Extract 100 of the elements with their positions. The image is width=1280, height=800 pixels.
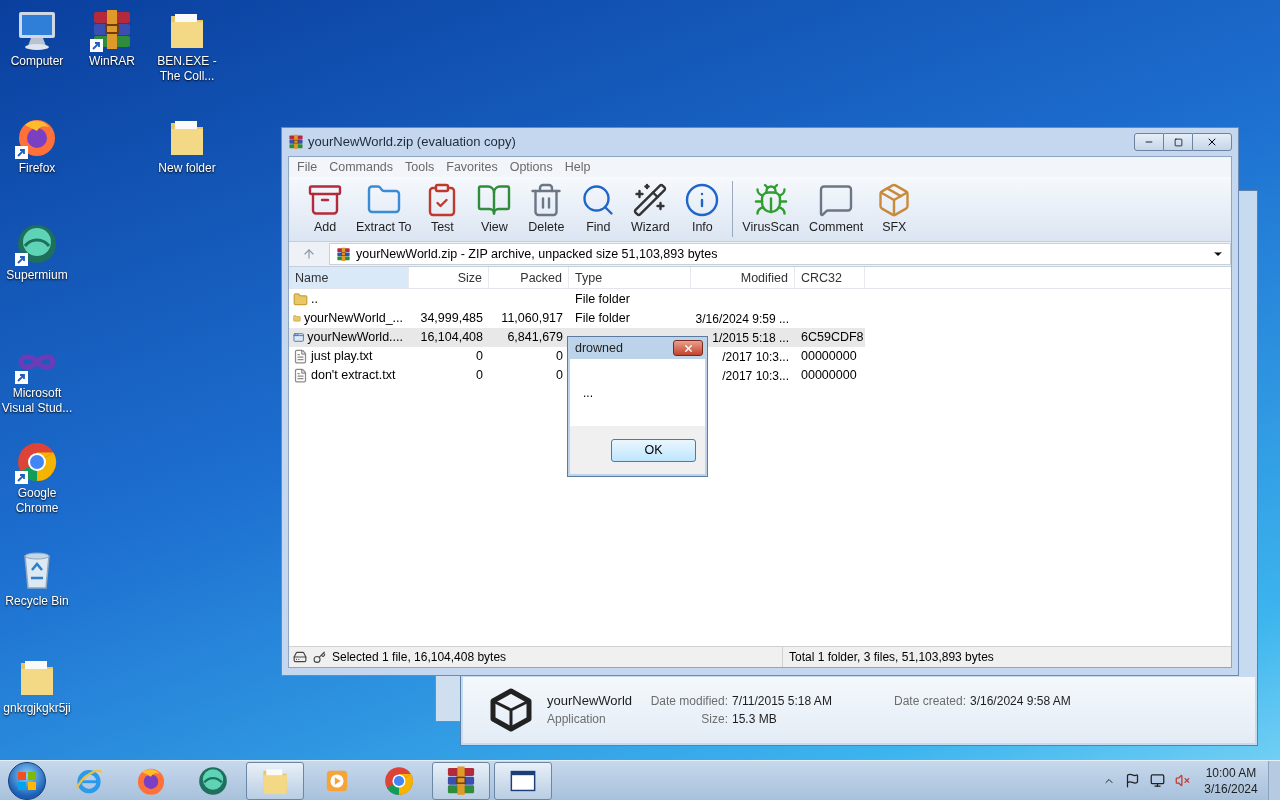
key-icon: [313, 650, 326, 664]
toolbar-button[interactable]: Wizard: [624, 181, 677, 237]
property-label: Size:: [700, 711, 728, 728]
text-file-icon: [293, 349, 308, 364]
table-cell[interactable]: 00000000: [795, 366, 865, 385]
toolbar-button[interactable]: View: [468, 181, 521, 237]
desktop-icon-label[interactable]: Firefox: [18, 161, 56, 176]
table-cell[interactable]: 6C59CDF8: [795, 328, 865, 347]
table-cell[interactable]: don't extract.txt: [289, 366, 409, 385]
menu-item[interactable]: Commands: [323, 157, 400, 177]
info-icon: [684, 181, 721, 218]
desktop-icon-label[interactable]: Google Chrome: [0, 486, 74, 516]
menu-item[interactable]: Options: [503, 157, 559, 177]
toolbar-button[interactable]: Test: [416, 181, 469, 237]
column-header[interactable]: Type: [569, 267, 691, 288]
table-cell[interactable]: 00000000: [795, 347, 865, 366]
column-header[interactable]: Packed: [489, 267, 569, 288]
close-icon: [682, 342, 694, 354]
dialog-message: ...: [583, 384, 593, 402]
taskbar-button[interactable]: [494, 761, 552, 800]
table-cell[interactable]: 0: [489, 347, 569, 366]
drive-icon: [293, 650, 307, 664]
table-cell[interactable]: yourNewWorld_...: [289, 309, 409, 328]
menu-item[interactable]: Favorites: [440, 157, 504, 177]
books-archive-icon: [336, 246, 351, 262]
table-cell[interactable]: yourNewWorld....: [289, 328, 409, 347]
table-cell[interactable]: File folder: [569, 309, 691, 328]
address-text: yourNewWorld.zip - ZIP archive, unpacked size 51,103,893 bytes: [356, 245, 719, 263]
desktop-icon-label[interactable]: gnkrgjkgkr5ji: [3, 701, 71, 716]
column-header[interactable]: Modified: [691, 267, 795, 288]
toolbar-button[interactable]: SFX: [868, 181, 921, 237]
column-header[interactable]: CRC32: [795, 267, 865, 288]
toolbar-button[interactable]: Delete: [520, 181, 573, 237]
text-file-icon: [293, 368, 308, 383]
close-button[interactable]: [1192, 133, 1232, 151]
clock-date: 3/16/2024: [1204, 780, 1258, 797]
table-cell[interactable]: 11,060,917: [489, 309, 569, 328]
network-icon[interactable]: [1150, 773, 1165, 788]
up-arrow-icon: [302, 247, 316, 261]
toolbar-button[interactable]: VirusScan: [737, 181, 805, 237]
dialog-title: drowned: [575, 339, 624, 357]
table-cell[interactable]: 0: [409, 366, 489, 385]
toolbar-button[interactable]: Info: [676, 181, 729, 237]
flag-icon[interactable]: [1125, 773, 1140, 788]
ok-button[interactable]: OK: [611, 438, 696, 462]
table-cell[interactable]: 3/16/2024 9:59 ...: [691, 309, 795, 328]
folder-icon: [293, 292, 308, 307]
property-value: 3/16/2024 9:58 AM: [970, 693, 1072, 710]
volume-muted-icon[interactable]: [1175, 773, 1190, 788]
books-archive-icon: [288, 134, 304, 150]
clock[interactable]: 10:00 AM 3/16/2024: [1198, 764, 1264, 797]
desktop-icon-label[interactable]: Computer: [10, 54, 64, 69]
table-cell[interactable]: 0: [409, 347, 489, 366]
table-cell[interactable]: File folder: [569, 290, 691, 309]
close-button[interactable]: [673, 340, 703, 356]
desktop-icon-label[interactable]: Supermium: [6, 268, 68, 283]
table-cell[interactable]: 0: [489, 366, 569, 385]
chrome-icon: [383, 764, 415, 797]
toolbar-button[interactable]: Find: [572, 181, 625, 237]
property-value: 7/11/2015 5:18 AM: [732, 693, 833, 710]
toolbar-button[interactable]: Comment: [804, 181, 869, 237]
menu-item[interactable]: Tools: [399, 157, 441, 177]
wand-icon: [632, 181, 669, 218]
taskbar-button[interactable]: [432, 761, 490, 800]
minimize-button[interactable]: [1134, 133, 1164, 151]
window-title: yourNewWorld.zip (evaluation copy): [308, 133, 517, 152]
column-header[interactable]: Size: [409, 267, 489, 288]
bug-icon: [752, 181, 789, 218]
status-text: Total 1 folder, 3 files, 51,103,893 bytes: [788, 649, 995, 666]
maximize-icon: [1173, 137, 1183, 147]
table-cell[interactable]: 34,999,485: [409, 309, 489, 328]
chrome-icon: [15, 440, 59, 484]
toolbar-button[interactable]: Add: [299, 181, 351, 237]
table-cell[interactable]: just play.txt: [289, 347, 409, 366]
application-icon: [293, 330, 305, 345]
start-button[interactable]: [8, 761, 46, 800]
file-name: yourNewWorld: [547, 692, 632, 710]
desktop-icon-label[interactable]: Microsoft Visual Stud...: [0, 386, 74, 416]
desktop-icon-label[interactable]: Recycle Bin: [5, 594, 69, 609]
column-header[interactable]: Name: [289, 267, 409, 288]
close-icon: [1206, 136, 1218, 148]
file-type: Application: [547, 711, 607, 728]
cube-logo-icon: [489, 688, 533, 732]
desktop-icon-label[interactable]: BEN.EXE - The Coll...: [150, 54, 224, 84]
status-text: Selected 1 file, 16,104,408 bytes: [332, 649, 507, 666]
menu-item[interactable]: Help: [558, 157, 597, 177]
property-value: 15.3 MB: [732, 711, 778, 728]
toolbar-button[interactable]: Extract To: [351, 181, 417, 237]
table-cell[interactable]: ..: [289, 290, 409, 309]
table-cell[interactable]: 6,841,679: [489, 328, 569, 347]
desktop-icon-label[interactable]: New folder: [158, 161, 216, 176]
property-label: Date modified:: [649, 693, 728, 710]
desktop-icon-label[interactable]: WinRAR: [89, 54, 135, 69]
maximize-button[interactable]: [1164, 133, 1192, 151]
books-archive-icon: [445, 764, 477, 797]
address-bar[interactable]: yourNewWorld.zip - ZIP archive, unpacked size 51,103,893 bytes: [329, 243, 1231, 265]
menu-item[interactable]: File: [291, 157, 324, 177]
clock-time: 10:00 AM: [1205, 764, 1257, 781]
property-label: Date created:: [892, 693, 966, 710]
table-cell[interactable]: 16,104,408: [409, 328, 489, 347]
